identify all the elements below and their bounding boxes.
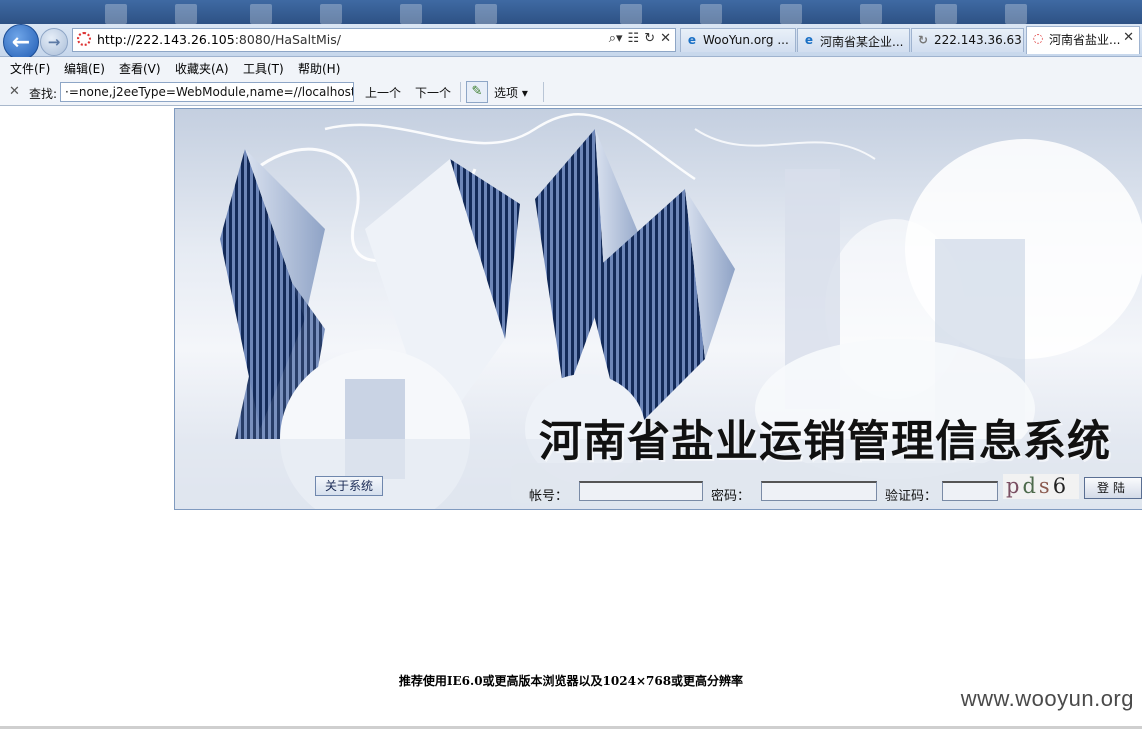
taskbar-icon <box>475 4 497 24</box>
forward-button[interactable]: → <box>40 28 68 56</box>
address-bar[interactable]: http://222.143.26.105:8080/HaSaltMis/ ⌕▾… <box>72 28 676 52</box>
password-input[interactable] <box>761 481 877 501</box>
find-options-button[interactable]: 选项 ▾ <box>494 84 528 101</box>
taskbar-icon <box>780 4 802 24</box>
forward-arrow-icon: → <box>47 33 61 51</box>
taskbar-icon <box>175 4 197 24</box>
taskbar-icon <box>250 4 272 24</box>
refresh-icon[interactable]: ↻ <box>644 31 655 46</box>
address-tools: ⌕▾ ☷ ↻ ✕ <box>609 31 671 46</box>
find-input[interactable]: ·=none,j2eeType=WebModule,name=//localho… <box>60 82 354 102</box>
taskbar-icon <box>620 4 642 24</box>
account-label: 帐号： <box>529 489 569 504</box>
loading-icon <box>77 32 91 46</box>
menu-help[interactable]: 帮助(H) <box>298 60 340 77</box>
taskbar-icon <box>400 4 422 24</box>
captcha-input[interactable] <box>942 481 998 501</box>
tab-label: 222.143.36.63 <box>934 33 1022 47</box>
login-banner: 河南省盐业运销管理信息系统 关于系统 帐号： 密码： 验证码： pds6 登陆 <box>174 108 1142 510</box>
captcha-char: p <box>1006 474 1023 498</box>
taskbar-icon <box>320 4 342 24</box>
back-button[interactable]: ← <box>3 24 39 60</box>
tab-henan-salt[interactable]: ◌ 河南省盐业... ✕ <box>1026 26 1140 54</box>
menu-favorites[interactable]: 收藏夹(A) <box>175 60 229 77</box>
ie-icon: e <box>804 33 814 47</box>
url-path: :8080/HaSaltMis/ <box>234 32 341 47</box>
captcha-char: s <box>1038 474 1053 498</box>
close-findbar-icon[interactable]: ✕ <box>9 84 20 99</box>
login-button[interactable]: 登陆 <box>1084 477 1142 499</box>
find-next-button[interactable]: 下一个 <box>415 84 451 101</box>
password-label: 密码： <box>711 489 751 504</box>
taskbar-icon <box>860 4 882 24</box>
menu-bar: 文件(F) 编辑(E) 查看(V) 收藏夹(A) 工具(T) 帮助(H) <box>0 57 1142 80</box>
url-text: http://222.143.26.105:8080/HaSaltMis/ <box>97 32 341 47</box>
back-arrow-icon: ← <box>11 29 31 55</box>
taskbar-strip <box>0 0 1142 26</box>
menu-tools[interactable]: 工具(T) <box>243 60 284 77</box>
captcha-label: 验证码： <box>885 489 938 504</box>
highlight-icon[interactable]: ✎ <box>466 81 488 103</box>
stop-icon[interactable]: ✕ <box>660 31 671 46</box>
account-input[interactable] <box>579 481 703 501</box>
system-title: 河南省盐业运销管理信息系统 <box>539 417 1111 467</box>
tab-ip[interactable]: ↻ 222.143.36.63 <box>911 28 1024 52</box>
chevron-down-icon: ▾ <box>521 86 528 100</box>
taskbar-icon <box>105 4 127 24</box>
about-system-button[interactable]: 关于系统 <box>315 476 383 496</box>
loading-icon: ↻ <box>917 33 929 47</box>
tab-label: 河南省盐业... <box>1049 33 1121 47</box>
url-host: http://222.143.26.105 <box>97 32 235 47</box>
browser-titlebar: ← → http://222.143.26.105:8080/HaSaltMis… <box>0 24 1142 60</box>
captcha-char: d <box>1022 474 1039 498</box>
menu-file[interactable]: 文件(F) <box>10 60 50 77</box>
close-tab-icon[interactable]: ✕ <box>1123 30 1134 45</box>
taskbar-icon <box>700 4 722 24</box>
menu-edit[interactable]: 编辑(E) <box>64 60 105 77</box>
search-icon[interactable]: ⌕▾ <box>609 31 623 46</box>
taskbar-icon <box>1005 4 1027 24</box>
find-prev-button[interactable]: 上一个 <box>365 84 401 101</box>
watermark: www.wooyun.org <box>960 686 1134 711</box>
loading-icon: ◌ <box>1032 31 1044 45</box>
options-label: 选项 <box>494 86 519 100</box>
ie-icon: e <box>687 33 697 47</box>
tab-wooyun[interactable]: e WooYun.org ... <box>680 28 796 52</box>
captcha-char: 6 <box>1052 474 1070 498</box>
find-label: 查找: <box>29 87 58 101</box>
divider <box>460 82 461 102</box>
divider <box>543 82 544 102</box>
tab-label: WooYun.org ... <box>703 33 789 47</box>
captcha-image[interactable]: pds6 <box>1003 474 1079 499</box>
tab-label: 河南省某企业... <box>820 35 904 49</box>
taskbar-icon <box>935 4 957 24</box>
compat-view-icon[interactable]: ☷ <box>628 31 640 46</box>
find-bar: ✕ 查找: ·=none,j2eeType=WebModule,name=//l… <box>0 79 1142 106</box>
menu-view[interactable]: 查看(V) <box>119 60 161 77</box>
tab-henan-enterprise[interactable]: e 河南省某企业... <box>797 28 910 52</box>
